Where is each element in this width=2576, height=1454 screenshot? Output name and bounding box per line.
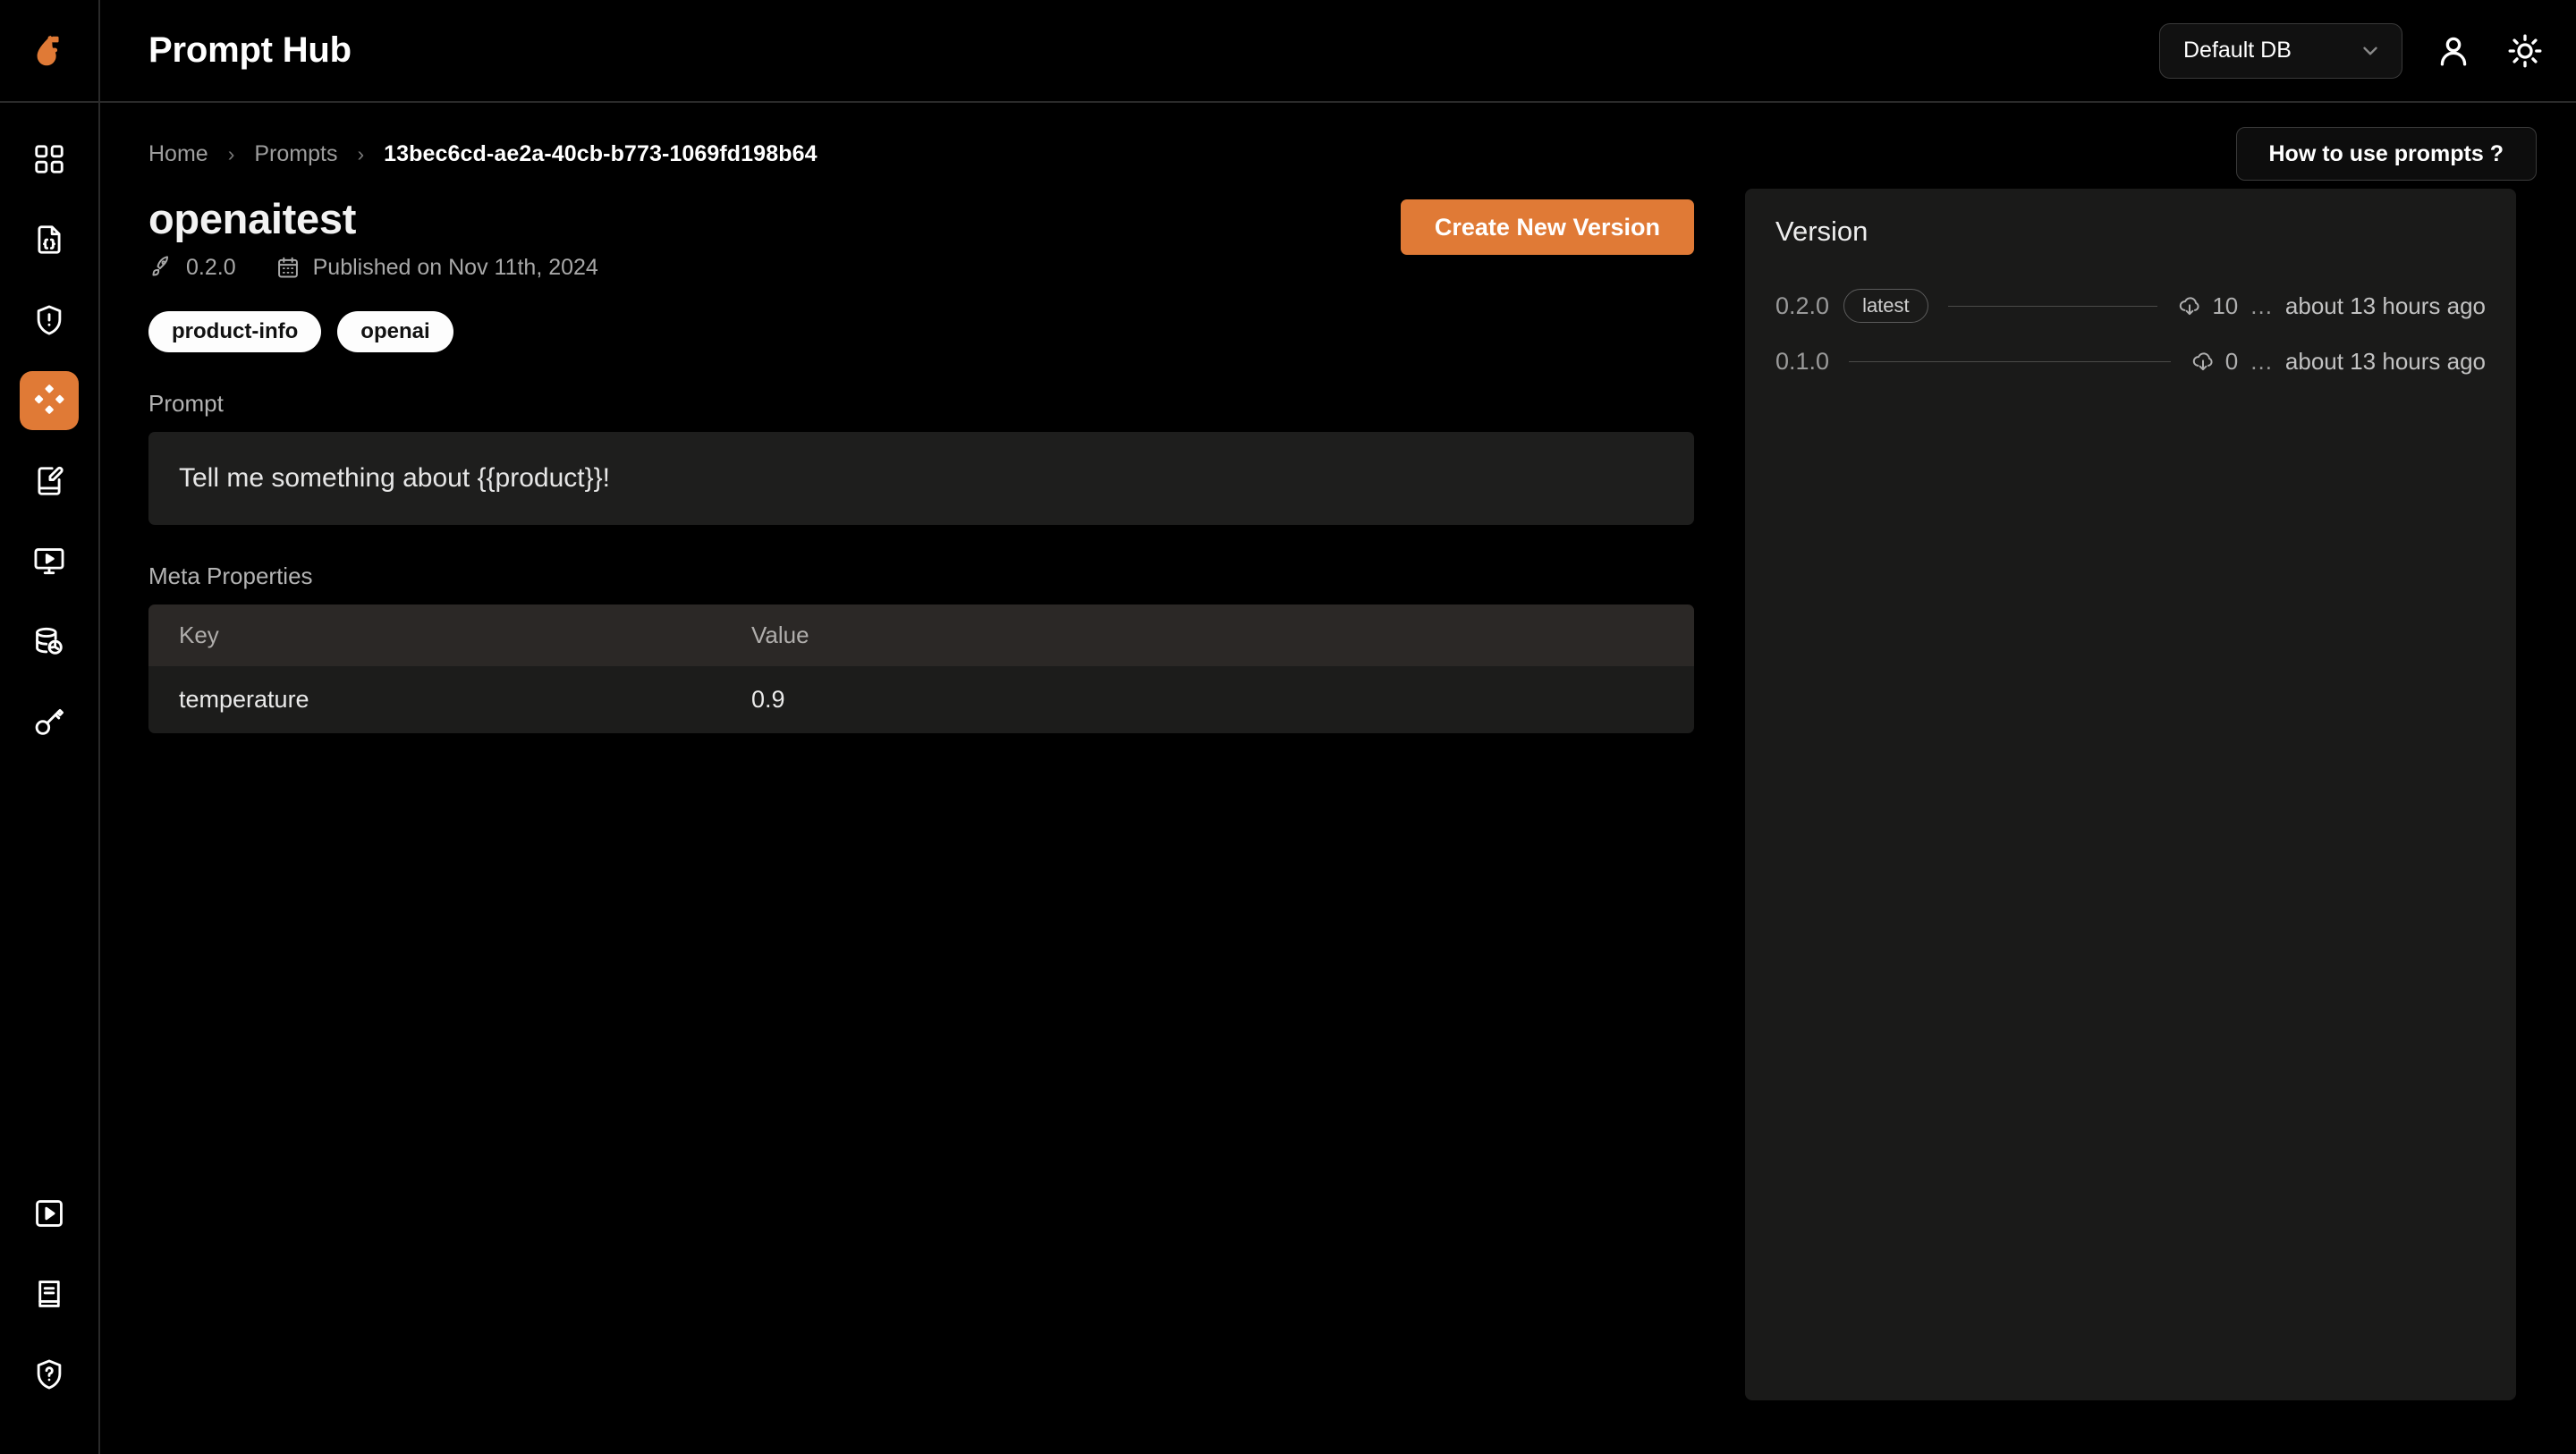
version-downloads-value: 0 [2225,348,2238,376]
sidebar-item-tutorial[interactable] [20,1184,79,1243]
sidebar-item-prompt-hub[interactable] [20,371,79,430]
tag-product-info[interactable]: product-info [148,311,321,352]
dashboard-grid-icon [32,142,66,176]
prompt-version-meta: 0.2.0 [148,255,236,281]
user-icon [2435,32,2472,70]
table-header-row: Key Value [148,604,1694,666]
prompt-published-meta: Published on Nov 11th, 2024 [275,255,598,281]
version-number: 0.2.0 [1775,292,1829,320]
breadcrumb-prompts[interactable]: Prompts [254,141,337,167]
prompt-name: openaitest [148,196,598,242]
chevron-down-icon [2359,39,2382,63]
sidebar-item-playground[interactable] [20,532,79,591]
prompt-section-label: Prompt [148,390,1694,418]
page-title: Prompt Hub [148,30,352,71]
prompt-title-row: openaitest 0.2.0 [148,189,1694,281]
main-region: Prompt Hub Default DB [100,0,2576,1454]
theme-toggle-button[interactable] [2504,30,2546,72]
meta-properties-label: Meta Properties [148,562,1694,590]
account-button[interactable] [2433,30,2474,72]
meta-value-cell: 0.9 [721,666,1694,733]
version-more-menu[interactable]: ... [2250,292,2273,320]
left-sidebar [0,0,100,1454]
create-new-version-button[interactable]: Create New Version [1401,199,1694,255]
database-select[interactable]: Default DB [2159,23,2402,79]
prompt-text-box: Tell me something about {{product}}! [148,432,1694,525]
column-header-key: Key [148,604,721,666]
sidebar-secondary-nav [20,1184,79,1454]
breadcrumb: Home › Prompts › 13bec6cd-ae2a-40cb-b773… [148,141,818,167]
version-download-count: 0 [2190,348,2238,376]
version-number: 0.1.0 [1775,348,1829,376]
cloud-download-icon [2190,349,2216,374]
prompt-detail-column: openaitest 0.2.0 [148,189,1745,733]
shield-alert-icon [32,303,66,337]
version-downloads-value: 10 [2212,292,2238,320]
version-timestamp: about 13 hours ago [2285,292,2486,320]
shield-question-icon [32,1357,66,1391]
version-divider-line [1948,306,2158,307]
prompt-tags: product-info openai [148,311,1694,352]
json-file-icon [32,223,66,257]
header-controls: Default DB [2159,23,2546,79]
version-row[interactable]: 0.2.0 latest 10 ... about 13 hours ago [1775,278,2486,334]
app-logo[interactable] [0,0,99,103]
sidebar-item-json-files[interactable] [20,210,79,269]
prompt-version-text: 0.2.0 [186,255,236,281]
column-header-value: Value [721,604,1694,666]
cloud-download-icon [2177,293,2202,318]
table-row: temperature 0.9 [148,666,1694,733]
breadcrumb-separator-2: › [357,142,364,166]
monitor-play-icon [32,545,66,579]
breadcrumb-row: Home › Prompts › 13bec6cd-ae2a-40cb-b773… [148,103,2537,189]
sidebar-item-dataset-backup[interactable] [20,613,79,672]
meta-key-cell: temperature [148,666,721,733]
breadcrumb-separator-1: › [228,142,235,166]
sidebar-primary-nav [20,103,79,773]
sidebar-item-guardrails[interactable] [20,291,79,350]
version-row[interactable]: 0.1.0 0 ... about 13 hours ago [1775,334,2486,389]
rocket-icon [148,255,174,280]
breadcrumb-current-id: 13bec6cd-ae2a-40cb-b773-1069fd198b64 [384,141,817,167]
content-area: Home › Prompts › 13bec6cd-ae2a-40cb-b773… [100,103,2576,1454]
sun-icon [2506,32,2544,70]
calendar-icon [275,255,301,280]
version-download-count: 10 [2177,292,2238,320]
version-panel-title: Version [1775,216,2486,248]
version-latest-badge[interactable]: latest [1843,289,1928,323]
prompt-text: Tell me something about {{product}}! [179,463,610,494]
sidebar-item-support[interactable] [20,1345,79,1404]
sidebar-item-dashboard[interactable] [20,130,79,189]
prompt-title-block: openaitest 0.2.0 [148,196,598,281]
version-more-menu[interactable]: ... [2250,348,2273,376]
prompt-hub-diamond-icon [31,383,67,418]
note-edit-icon [32,464,66,498]
sidebar-item-annotations[interactable] [20,452,79,511]
detail-body: openaitest 0.2.0 [148,189,2537,1400]
play-square-icon [32,1196,66,1230]
sidebar-item-api-keys[interactable] [20,693,79,752]
meta-properties-table: Key Value temperature 0.9 [148,604,1694,733]
flame-droplet-logo-icon [29,30,70,72]
book-icon [32,1277,66,1311]
version-timestamp: about 13 hours ago [2285,348,2486,376]
version-divider-line [1849,361,2171,362]
database-select-value: Default DB [2183,38,2292,63]
breadcrumb-home[interactable]: Home [148,141,208,167]
tag-openai[interactable]: openai [337,311,453,352]
prompt-published-text: Published on Nov 11th, 2024 [313,255,598,281]
sidebar-item-docs[interactable] [20,1264,79,1323]
version-panel: Version 0.2.0 latest 10 ... [1745,189,2516,1400]
how-to-use-prompts-button[interactable]: How to use prompts ? [2236,127,2538,181]
top-header-bar: Prompt Hub Default DB [100,0,2576,103]
database-restore-icon [32,625,66,659]
app-root: Prompt Hub Default DB [0,0,2576,1454]
prompt-meta-row: 0.2.0 Published on Nov 11th, 2024 [148,255,598,281]
key-icon [32,706,66,740]
